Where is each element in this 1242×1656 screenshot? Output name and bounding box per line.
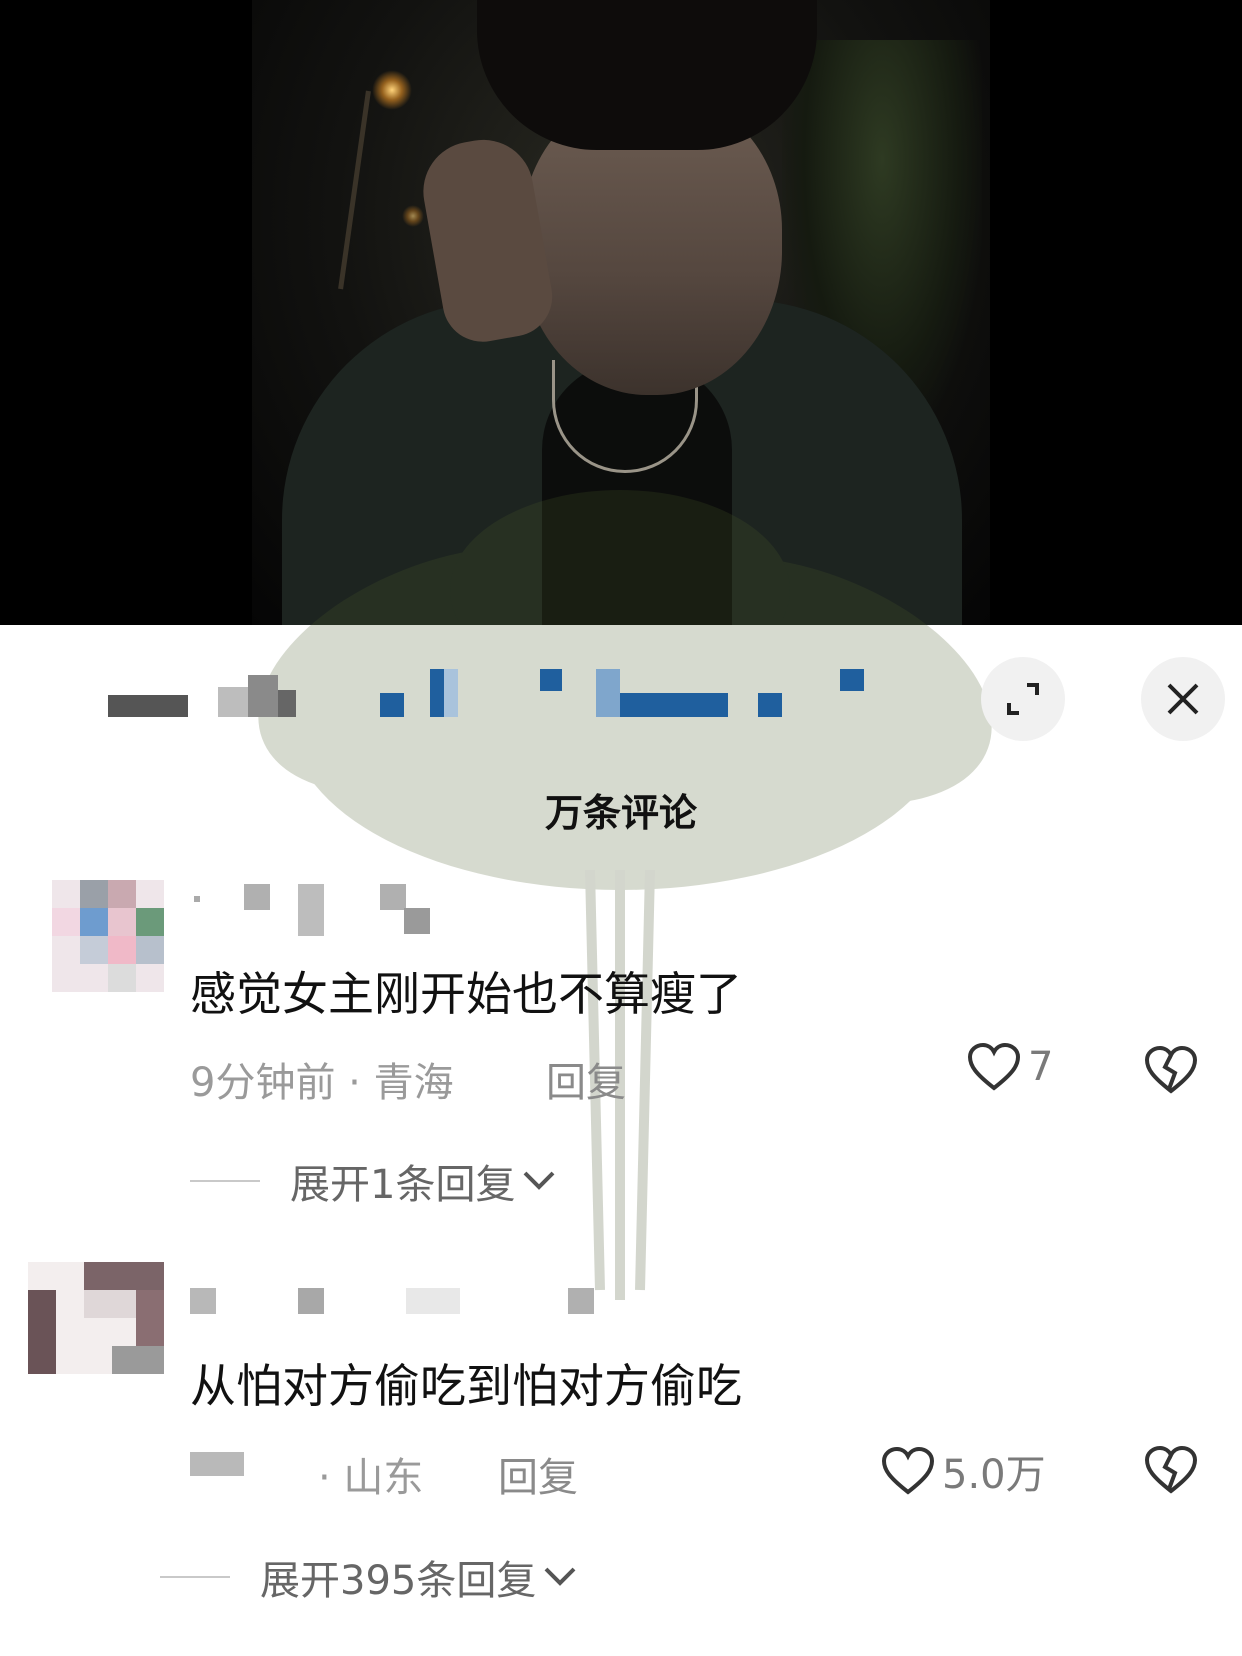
expand-replies[interactable]: 展开395条回复: [160, 1548, 578, 1606]
expand-line: [160, 1576, 230, 1578]
username-mosaic[interactable]: [190, 880, 450, 936]
comments-count: 万条评论: [544, 791, 697, 835]
broken-heart-icon[interactable]: [1143, 1445, 1199, 1495]
heart-icon: [967, 1042, 1021, 1091]
username-mosaic[interactable]: [190, 1288, 610, 1318]
avatar[interactable]: [28, 1262, 164, 1374]
broken-heart-icon[interactable]: [1143, 1045, 1199, 1095]
like-button[interactable]: 7: [966, 1042, 1053, 1092]
time-mosaic: [190, 1452, 244, 1476]
street-light: [372, 70, 412, 110]
reply-button[interactable]: 回复: [546, 1050, 626, 1108]
comment-meta: 9分钟前 · 青海: [190, 1060, 454, 1106]
comment-sheet: [0, 625, 1242, 1656]
heart-icon: [881, 1446, 935, 1495]
avatar[interactable]: [52, 880, 164, 992]
video-player[interactable]: [0, 0, 1242, 625]
like-count: 5.0万: [942, 1452, 1046, 1498]
chevron-down-icon: [524, 1171, 555, 1190]
close-button[interactable]: [1141, 657, 1225, 741]
like-count: 7: [1028, 1044, 1054, 1090]
chevron-down-icon: [544, 1567, 576, 1586]
video-title-mosaic: [0, 665, 900, 725]
expand-replies[interactable]: 展开1条回复: [190, 1152, 557, 1210]
person-hair: [477, 0, 817, 150]
comment-text: 从怕对方偷吃到怕对方偷吃: [190, 1359, 742, 1413]
expand-button[interactable]: [981, 657, 1065, 741]
video-frame: [252, 0, 990, 625]
comment-location: · 山东: [318, 1455, 424, 1501]
like-button[interactable]: 5.0万: [880, 1442, 1046, 1500]
expand-replies-label: 展开1条回复: [290, 1162, 516, 1208]
expand-replies-label: 展开395条回复: [260, 1558, 537, 1604]
expand-line: [190, 1180, 260, 1182]
close-icon: [1167, 683, 1199, 715]
reply-button[interactable]: 回复: [498, 1445, 578, 1503]
expand-icon: [1007, 683, 1039, 715]
street-light: [402, 205, 424, 227]
comment-text: 感觉女主刚开始也不算瘦了: [190, 967, 742, 1021]
